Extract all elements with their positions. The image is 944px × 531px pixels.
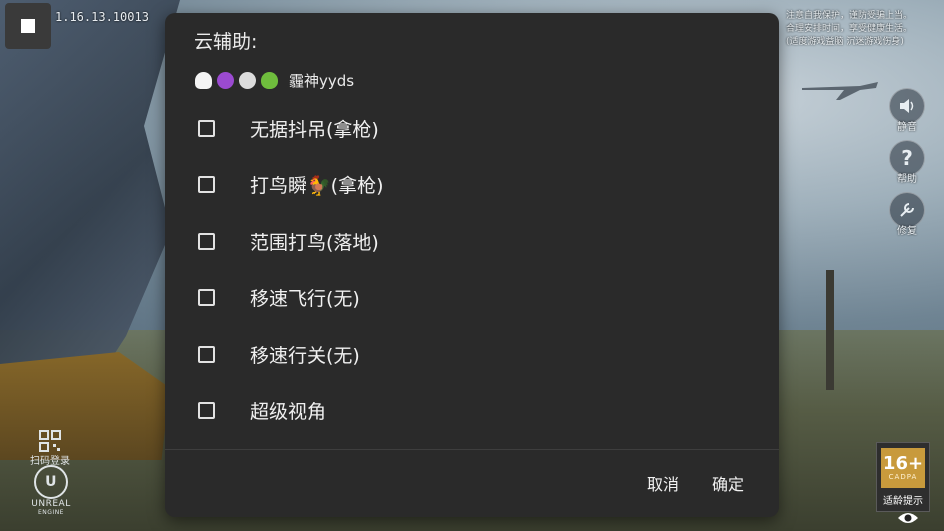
checkbox[interactable] [198, 119, 215, 137]
option-label: 移速行关(无) [250, 344, 360, 367]
checkbox[interactable] [198, 402, 215, 420]
airplane-icon [802, 82, 878, 100]
option-item[interactable]: 范围打鸟(落地) [195, 213, 755, 270]
dialog-actions: 取消 确定 [647, 471, 744, 495]
checkbox[interactable] [198, 176, 215, 194]
option-item[interactable]: 移速行关(无) [195, 326, 755, 383]
age-rating-tip: 适龄提示 [883, 496, 923, 507]
option-label: 打鸟瞬🐓(拿枪) [250, 175, 384, 198]
health-notice: 注意自我保护，谨防受骗上当。 合理安排时间，享受健康生活。 (适度游戏益脑 沉迷… [786, 10, 936, 49]
option-item[interactable]: 打鸟瞬🐓(拿枪) [195, 157, 755, 214]
checkbox[interactable] [198, 345, 215, 363]
confirm-button[interactable]: 确定 [712, 471, 744, 495]
engine-logo-text: UNREAL [31, 499, 71, 509]
option-item[interactable]: 移速飞行(无) [195, 270, 755, 327]
mute-label: 静音 [897, 122, 917, 133]
checkbox[interactable] [198, 232, 215, 250]
ghost-emoji-icon [195, 72, 212, 89]
skull-emoji-icon [239, 72, 256, 89]
unreal-logo-icon: U [34, 465, 68, 499]
checkbox[interactable] [198, 289, 215, 307]
dialog-title: 云辅助: [194, 31, 258, 53]
dialog-divider [165, 449, 779, 450]
option-label: 无据抖吊(拿枪) [250, 118, 379, 141]
alien-emoji-icon [261, 72, 278, 89]
option-label: 范围打鸟(落地) [250, 231, 379, 254]
option-label: 超级视角 [250, 401, 327, 424]
dead-tree [826, 270, 834, 390]
dialog-subtitle: 霾神yyds [195, 70, 354, 91]
floating-menu-button[interactable] [5, 3, 51, 49]
age-rating-org: CADPA [888, 473, 918, 481]
assist-dialog: 云辅助: 霾神yyds 无据抖吊(拿枪) 打鸟瞬🐓(拿枪) 范围打鸟(落地) 移… [165, 13, 779, 517]
engine-logo-subtext: ENGINE [38, 509, 64, 516]
age-rating-value: 16+ [882, 453, 924, 474]
option-item[interactable]: 超级视角 [195, 383, 755, 440]
mute-button[interactable]: 静音 [888, 88, 926, 133]
version-label: 1.16.13.10013 [55, 10, 149, 24]
repair-button[interactable]: 修复 [888, 192, 926, 237]
option-item[interactable]: 无据抖吊(拿枪) [195, 100, 755, 157]
unreal-engine-logo: U UNREAL ENGINE [26, 465, 76, 516]
devil-emoji-icon [217, 72, 234, 89]
option-label: 移速飞行(无) [250, 288, 360, 311]
age-rating-box: 16+ CADPA [881, 448, 925, 488]
subtitle-text: 霾神yyds [289, 72, 355, 90]
help-label: 帮助 [897, 174, 917, 185]
cancel-button[interactable]: 取消 [647, 471, 679, 495]
qr-code-icon [39, 430, 61, 452]
age-rating-badge[interactable]: 16+ CADPA 适龄提示 [876, 442, 930, 512]
notice-line: 合理安排时间，享受健康生活。 [786, 24, 913, 34]
scan-login-button[interactable]: 扫码登录 [24, 430, 76, 467]
notice-line: 注意自我保护，谨防受骗上当。 [786, 11, 913, 21]
repair-label: 修复 [897, 226, 917, 237]
help-button[interactable]: ? 帮助 [888, 140, 926, 185]
options-list: 无据抖吊(拿枪) 打鸟瞬🐓(拿枪) 范围打鸟(落地) 移速飞行(无) 移速行关(… [195, 100, 755, 439]
eye-icon[interactable] [897, 510, 919, 526]
square-icon [21, 19, 35, 33]
notice-line: (适度游戏益脑 沉迷游戏伤身) [786, 37, 904, 47]
